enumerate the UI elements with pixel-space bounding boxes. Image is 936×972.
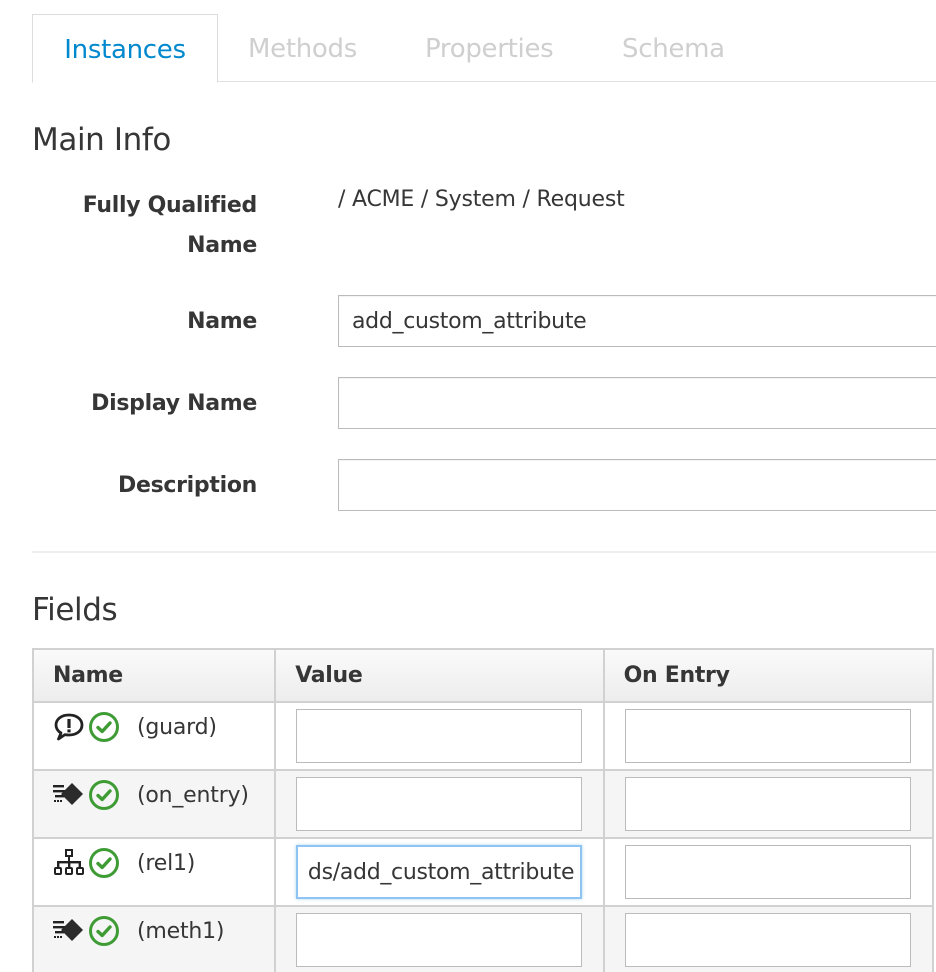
- table-row: (guard): [31, 701, 935, 771]
- table-row: (rel1): [31, 837, 935, 907]
- field-value-input[interactable]: [296, 913, 583, 967]
- main-info-heading: Main Info: [32, 122, 171, 158]
- field-name-cell: (guard): [31, 701, 277, 771]
- field-name: (guard): [137, 714, 217, 740]
- field-value-cell: [274, 701, 605, 771]
- description-input[interactable]: [338, 459, 936, 511]
- fully-qualified-name-label: Fully Qualified Name: [57, 186, 258, 266]
- tab-bar: Instances Methods Properties Schema: [32, 14, 936, 83]
- field-name: (meth1): [137, 918, 225, 944]
- field-on-entry-cell: [602, 905, 935, 972]
- check-circle-icon: [88, 779, 120, 811]
- field-on-entry-cell: [602, 837, 935, 907]
- field-value-input[interactable]: [296, 709, 583, 763]
- fields-heading: Fields: [32, 592, 118, 628]
- method-diamond-icon: [52, 915, 86, 947]
- fully-qualified-name-value: / ACME / System / Request: [338, 187, 625, 212]
- field-on-entry-input[interactable]: [624, 709, 911, 763]
- field-value-cell: [274, 837, 605, 907]
- tab-properties[interactable]: Properties: [425, 14, 554, 82]
- display-name-input[interactable]: [338, 377, 936, 429]
- field-on-entry-cell: [602, 769, 935, 839]
- column-header-name[interactable]: Name: [31, 648, 277, 703]
- field-value-cell: [274, 905, 605, 972]
- field-value-input[interactable]: [296, 845, 583, 899]
- check-circle-icon: [88, 711, 120, 743]
- check-circle-icon: [88, 915, 120, 947]
- description-label: Description: [118, 473, 257, 498]
- check-circle-icon: [88, 847, 120, 879]
- fully-qualified-name-label-text: Fully Qualified Name: [82, 193, 258, 258]
- table-row: (on_entry): [31, 769, 935, 839]
- section-divider: [32, 551, 936, 553]
- tab-methods[interactable]: Methods: [248, 14, 357, 82]
- field-on-entry-input[interactable]: [624, 777, 911, 831]
- field-name: (rel1): [137, 850, 196, 876]
- display-name-label: Display Name: [91, 391, 257, 416]
- fields-table: Name Value On Entry (guard) (on_entry) (…: [31, 648, 935, 972]
- field-value-input[interactable]: [296, 777, 583, 831]
- field-on-entry-cell: [602, 701, 935, 771]
- field-name-cell: (meth1): [31, 905, 277, 972]
- field-name-cell: (rel1): [31, 837, 277, 907]
- comment-exclamation-icon: [52, 711, 86, 743]
- column-header-on-entry[interactable]: On Entry: [602, 648, 935, 703]
- table-row: (meth1): [31, 905, 935, 972]
- field-value-cell: [274, 769, 605, 839]
- column-header-value[interactable]: Value: [274, 648, 605, 703]
- method-diamond-icon: [52, 779, 86, 811]
- name-label: Name: [187, 309, 257, 334]
- field-on-entry-input[interactable]: [624, 845, 911, 899]
- sitemap-icon: [52, 847, 86, 879]
- field-name-cell: (on_entry): [31, 769, 277, 839]
- table-header-row: Name Value On Entry: [31, 648, 935, 703]
- tab-instances[interactable]: Instances: [32, 14, 218, 83]
- name-input[interactable]: [338, 295, 936, 347]
- tab-schema[interactable]: Schema: [622, 14, 725, 82]
- field-name: (on_entry): [137, 782, 249, 808]
- field-on-entry-input[interactable]: [624, 913, 911, 967]
